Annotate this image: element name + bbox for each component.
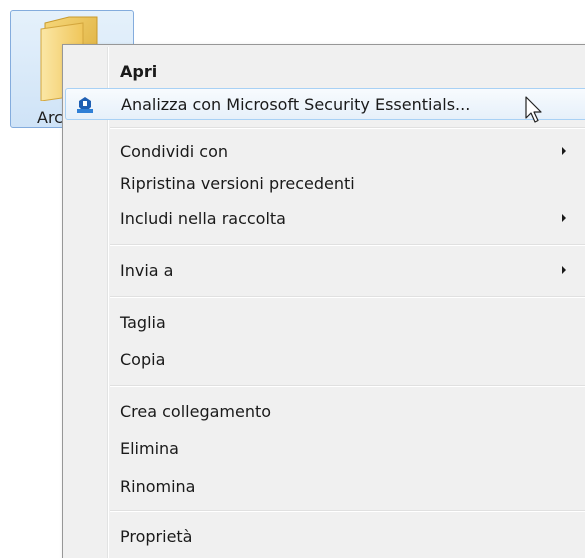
arrow-cursor-icon — [525, 96, 542, 123]
menu-item-analizza[interactable]: Analizza con Microsoft Security Essentia… — [65, 88, 585, 120]
menu-item-label: Apri — [120, 62, 158, 81]
menu-item-taglia[interactable]: Taglia — [65, 307, 585, 339]
menu-item-label: Includi nella raccolta — [120, 209, 286, 228]
menu-item-label: Taglia — [120, 313, 166, 332]
menu-item-label: Proprietà — [120, 527, 193, 546]
menu-separator — [110, 127, 585, 129]
menu-item-copia[interactable]: Copia — [65, 344, 585, 376]
menu-separator — [110, 244, 585, 246]
menu-separator — [110, 296, 585, 298]
menu-item-apri[interactable]: Apri — [65, 56, 585, 88]
menu-item-label: Elimina — [120, 439, 179, 458]
submenu-arrow-icon — [562, 147, 566, 155]
menu-item-elimina[interactable]: Elimina — [65, 433, 585, 465]
desktop: Arc Apri Analizza con Microsoft Security… — [0, 0, 585, 558]
menu-item-label: Crea collegamento — [120, 402, 272, 421]
context-menu: Apri Analizza con Microsoft Security Ess… — [62, 44, 585, 558]
menu-item-crea-collegamento[interactable]: Crea collegamento — [65, 396, 585, 428]
menu-item-label: Invia a — [120, 261, 174, 280]
menu-item-label: Ripristina versioni precedenti — [120, 174, 355, 193]
menu-item-proprieta[interactable]: Proprietà — [65, 521, 585, 553]
menu-item-label: Condividi con — [120, 142, 229, 161]
submenu-arrow-icon — [562, 266, 566, 274]
menu-separator — [110, 385, 585, 387]
menu-item-invia-a[interactable]: Invia a — [65, 255, 585, 287]
submenu-arrow-icon — [562, 214, 566, 222]
security-essentials-icon — [77, 97, 93, 113]
menu-item-rinomina[interactable]: Rinomina — [65, 471, 585, 503]
menu-item-includi[interactable]: Includi nella raccolta — [65, 203, 585, 235]
menu-item-label: Copia — [120, 350, 166, 369]
menu-item-ripristina[interactable]: Ripristina versioni precedenti — [65, 168, 585, 200]
folder-label: Arc — [37, 108, 63, 127]
menu-item-condividi-con[interactable]: Condividi con — [65, 136, 585, 168]
menu-separator — [110, 510, 585, 512]
menu-item-label: Analizza con Microsoft Security Essentia… — [121, 95, 471, 114]
menu-item-label: Rinomina — [120, 477, 196, 496]
